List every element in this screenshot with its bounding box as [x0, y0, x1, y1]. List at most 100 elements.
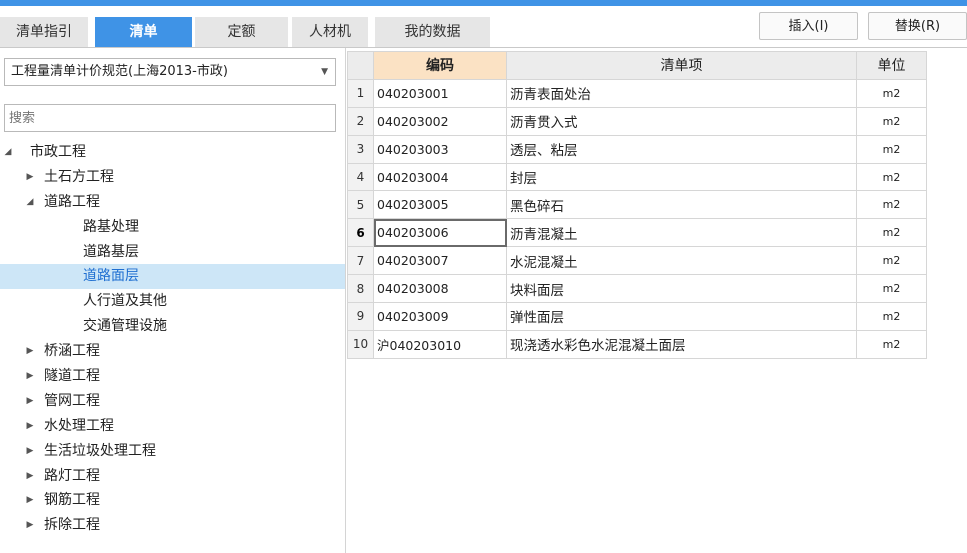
tree-node-label: 道路面层: [83, 268, 139, 285]
tab-quota[interactable]: 定额: [195, 17, 288, 47]
item-cell[interactable]: 沥青贯入式: [506, 106, 857, 136]
unit-cell[interactable]: m2: [856, 162, 927, 192]
tab-bill[interactable]: 清单: [95, 17, 192, 47]
tree-node[interactable]: ▶ 隧道工程: [0, 364, 345, 389]
unit-cell[interactable]: m2: [856, 134, 927, 164]
item-cell[interactable]: 透层、粘层: [506, 134, 857, 164]
left-panel: 工程量清单计价规范(上海2013-市政) ▼ ◢ 市政工程 ▶ 土石方工程 ◢ 道路工程路…: [0, 48, 345, 553]
row-number-cell: 6: [347, 218, 374, 248]
table-row[interactable]: 2 040203002 沥青贯入式 m2: [347, 106, 927, 136]
unit-cell[interactable]: m2: [856, 190, 927, 220]
collapse-arrow-icon[interactable]: ▶: [24, 414, 36, 439]
table-row[interactable]: 9 040203009 弹性面层 m2: [347, 302, 927, 331]
code-cell[interactable]: 040203006: [373, 218, 507, 248]
item-column-header[interactable]: 清单项: [506, 51, 857, 80]
item-cell[interactable]: 黑色碎石: [506, 190, 857, 220]
replace-button[interactable]: 替换(R): [868, 12, 967, 40]
collapse-arrow-icon[interactable]: ▶: [24, 364, 36, 389]
tree-node[interactable]: 路基处理: [0, 215, 345, 240]
collapse-arrow-icon[interactable]: ▶: [24, 339, 36, 364]
tree-node[interactable]: ▶ 桥涵工程: [0, 339, 345, 364]
spec-select-value: 工程量清单计价规范(上海2013-市政): [11, 64, 228, 79]
collapse-arrow-icon[interactable]: ▶: [24, 464, 36, 489]
unit-column-header[interactable]: 单位: [856, 51, 927, 80]
tree-node-label: 生活垃圾处理工程: [44, 442, 156, 459]
tree-node[interactable]: ◢ 道路工程: [0, 190, 345, 215]
row-number-cell: 3: [347, 134, 374, 164]
tree-node[interactable]: ▶ 管网工程: [0, 389, 345, 414]
item-cell[interactable]: 水泥混凝土: [506, 246, 857, 276]
item-cell[interactable]: 块料面层: [506, 274, 857, 304]
table-row[interactable]: 10 沪040203010 现浇透水彩色水泥混凝土面层 m2: [347, 329, 927, 359]
collapse-arrow-icon[interactable]: ▶: [24, 488, 36, 513]
spec-select[interactable]: 工程量清单计价规范(上海2013-市政) ▼: [4, 58, 336, 86]
tree-node[interactable]: ▶ 生活垃圾处理工程: [0, 439, 345, 464]
code-cell[interactable]: 040203004: [373, 162, 507, 192]
collapse-arrow-icon[interactable]: ▶: [24, 513, 36, 538]
code-column-header[interactable]: 编码: [373, 51, 507, 80]
tree-node[interactable]: 人行道及其他: [0, 289, 345, 314]
bill-table: 编码 清单项 单位 1 040203001 沥青表面处治 m2 2 040203002 沥青…: [347, 51, 927, 359]
tab-my-data[interactable]: 我的数据: [375, 17, 490, 47]
tree-node-label: 市政工程: [30, 144, 86, 160]
search-input[interactable]: [4, 104, 336, 132]
item-cell[interactable]: 现浇透水彩色水泥混凝土面层: [506, 329, 857, 359]
code-cell[interactable]: 040203009: [373, 302, 507, 331]
table-row[interactable]: 1 040203001 沥青表面处治 m2: [347, 78, 927, 108]
table-row[interactable]: 5 040203005 黑色碎石 m2: [347, 190, 927, 220]
collapse-arrow-icon[interactable]: ▶: [24, 389, 36, 414]
insert-button[interactable]: 插入(I): [759, 12, 858, 40]
item-cell[interactable]: 封层: [506, 162, 857, 192]
unit-cell[interactable]: m2: [856, 218, 927, 248]
item-cell[interactable]: 弹性面层: [506, 302, 857, 331]
tab-labor-material-machine[interactable]: 人材机: [292, 17, 368, 47]
code-cell[interactable]: 040203001: [373, 78, 507, 108]
unit-cell[interactable]: m2: [856, 78, 927, 108]
code-cell[interactable]: 040203005: [373, 190, 507, 220]
item-cell[interactable]: 沥青混凝土: [506, 218, 857, 248]
window-top-accent-bar: [0, 0, 967, 6]
tree-node[interactable]: ▶ 拆除工程: [0, 513, 345, 538]
table-row[interactable]: 8 040203008 块料面层 m2: [347, 274, 927, 304]
row-number-cell: 2: [347, 106, 374, 136]
tree-node[interactable]: ▶ 路灯工程: [0, 464, 345, 489]
row-number-header: [347, 51, 374, 80]
table-row[interactable]: 4 040203004 封层 m2: [347, 162, 927, 192]
code-cell[interactable]: 040203007: [373, 246, 507, 276]
row-number-cell: 10: [347, 329, 374, 359]
collapse-arrow-icon[interactable]: ▶: [24, 439, 36, 464]
tree-node-label: 人行道及其他: [83, 293, 167, 310]
code-cell[interactable]: 040203002: [373, 106, 507, 136]
unit-cell[interactable]: m2: [856, 246, 927, 276]
unit-cell[interactable]: m2: [856, 106, 927, 136]
tree-node[interactable]: 道路基层: [0, 240, 345, 265]
tab-bill-guide[interactable]: 清单指引: [0, 17, 88, 47]
table-row[interactable]: 3 040203003 透层、粘层 m2: [347, 134, 927, 164]
collapse-arrow-icon[interactable]: ▶: [24, 165, 36, 190]
code-cell[interactable]: 040203008: [373, 274, 507, 304]
table-row[interactable]: 6 040203006 沥青混凝土 m2: [347, 218, 927, 248]
row-number-cell: 8: [347, 274, 374, 304]
tree-node-label: 交通管理设施: [83, 318, 167, 335]
tree-node-label: 道路基层: [83, 243, 139, 260]
tree-node-label: 路灯工程: [44, 467, 100, 484]
unit-cell[interactable]: m2: [856, 302, 927, 331]
tree-node[interactable]: ◢ 市政工程: [0, 140, 345, 165]
tree-node[interactable]: ▶ 水处理工程: [0, 414, 345, 439]
panel-divider[interactable]: [345, 48, 346, 553]
tree-node[interactable]: 交通管理设施: [0, 314, 345, 339]
tree-node-label: 路基处理: [83, 218, 139, 235]
code-cell[interactable]: 沪040203010: [373, 329, 507, 359]
item-cell[interactable]: 沥青表面处治: [506, 78, 857, 108]
chevron-down-icon: ▼: [321, 67, 328, 77]
tree-node-label: 土石方工程: [44, 168, 114, 185]
unit-cell[interactable]: m2: [856, 274, 927, 304]
tree-node[interactable]: ▶ 钢筋工程: [0, 488, 345, 513]
code-cell[interactable]: 040203003: [373, 134, 507, 164]
tree-node[interactable]: ▶ 土石方工程: [0, 165, 345, 190]
expand-arrow-icon[interactable]: ◢: [24, 190, 36, 215]
tree-node[interactable]: 道路面层: [0, 264, 345, 290]
unit-cell[interactable]: m2: [856, 329, 927, 359]
expand-arrow-icon[interactable]: ◢: [2, 140, 14, 165]
table-row[interactable]: 7 040203007 水泥混凝土 m2: [347, 246, 927, 276]
